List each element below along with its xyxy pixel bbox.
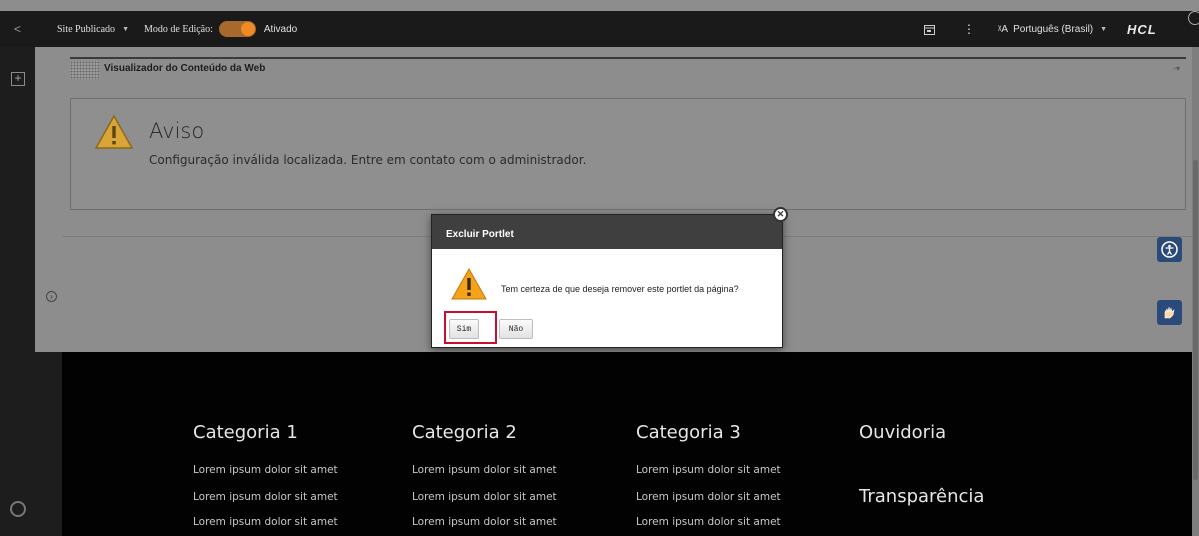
footer-link[interactable]: Lorem ipsum dolor sit amet <box>193 516 338 528</box>
chevron-left-icon[interactable]: < <box>0 11 35 47</box>
translate-icon: ᵡA <box>998 23 1009 35</box>
portlet-menu-icon[interactable]: ▫▾ <box>1173 64 1180 73</box>
footer-link[interactable]: Lorem ipsum dolor sit amet <box>636 464 781 476</box>
footer-link[interactable]: Lorem ipsum dolor sit amet <box>412 491 557 503</box>
more-menu-icon[interactable]: ⋮ <box>963 11 975 47</box>
browser-top-strip <box>0 0 1199 11</box>
footer-link[interactable]: Lorem ipsum dolor sit amet <box>412 464 557 476</box>
footer-transparencia[interactable]: Transparência <box>859 486 984 507</box>
dialog-message: Tem certeza de que deseja remover este p… <box>501 284 739 294</box>
portlet-header: Visualizador do Conteúdo da Web ▫▾ <box>70 57 1186 83</box>
warning-triangle-icon <box>451 267 487 300</box>
accessibility-icon[interactable] <box>1157 237 1182 262</box>
sign-language-icon[interactable] <box>1157 300 1182 325</box>
highlight-ring <box>444 311 497 344</box>
caret-down-icon: ▼ <box>122 25 129 33</box>
arrow-circle-right-icon[interactable]: › <box>46 291 57 302</box>
left-rail: + <box>0 47 35 536</box>
toggle-knob <box>240 22 255 36</box>
site-footer: Categoria 1 Lorem ipsum dolor sit amet L… <box>62 352 1192 536</box>
footer-heading: Categoria 3 <box>636 422 741 443</box>
footer-link[interactable]: Lorem ipsum dolor sit amet <box>636 516 781 528</box>
add-page-icon[interactable]: + <box>11 72 25 86</box>
drag-handle[interactable] <box>70 61 100 79</box>
portlet-title: Visualizador do Conteúdo da Web <box>104 63 266 74</box>
footer-link[interactable]: Lorem ipsum dolor sit amet <box>636 491 781 503</box>
footer-link[interactable]: Lorem ipsum dolor sit amet <box>193 491 338 503</box>
language-selector[interactable]: ᵡA Português (Brasil) ▼ <box>998 11 1107 47</box>
warning-triangle-icon <box>94 114 134 149</box>
calendar-icon[interactable] <box>924 11 935 47</box>
edit-mode-control: Modo de Edição: Ativado <box>144 11 297 47</box>
hcl-logo: HCL <box>1127 21 1157 37</box>
edit-mode-state: Ativado <box>263 23 298 35</box>
edit-toolbar: < Site Publicado ▼ Modo de Edição: Ativa… <box>0 11 1199 47</box>
footer-left-rail <box>35 352 62 536</box>
footer-heading: Categoria 2 <box>412 422 517 443</box>
site-status-dropdown[interactable]: Site Publicado ▼ <box>57 11 129 47</box>
alert-title: Aviso <box>149 119 205 143</box>
left-gutter <box>35 47 62 352</box>
close-icon[interactable]: ✕ <box>773 207 788 222</box>
alert-box: Aviso Configuração inválida localizada. … <box>70 98 1186 210</box>
dialog-header: Excluir Portlet <box>432 215 782 249</box>
cancel-button[interactable]: Não <box>499 319 533 339</box>
alert-message: Configuração inválida localizada. Entre … <box>149 153 587 167</box>
edit-mode-toggle[interactable] <box>218 21 256 37</box>
help-ring-icon[interactable] <box>10 501 26 517</box>
language-label: Português (Brasil) <box>1013 23 1094 35</box>
footer-ouvidoria[interactable]: Ouvidoria <box>859 422 946 443</box>
info-icon[interactable] <box>1188 11 1199 25</box>
footer-link[interactable]: Lorem ipsum dolor sit amet <box>193 464 338 476</box>
site-status-label: Site Publicado <box>57 23 116 35</box>
footer-heading: Categoria 1 <box>193 422 298 443</box>
edit-mode-label: Modo de Edição: <box>144 23 213 35</box>
footer-link[interactable]: Lorem ipsum dolor sit amet <box>412 516 557 528</box>
dialog-title: Excluir Portlet <box>446 229 514 240</box>
caret-down-icon: ▼ <box>1100 25 1108 33</box>
scrollbar-thumb[interactable] <box>1193 160 1198 480</box>
